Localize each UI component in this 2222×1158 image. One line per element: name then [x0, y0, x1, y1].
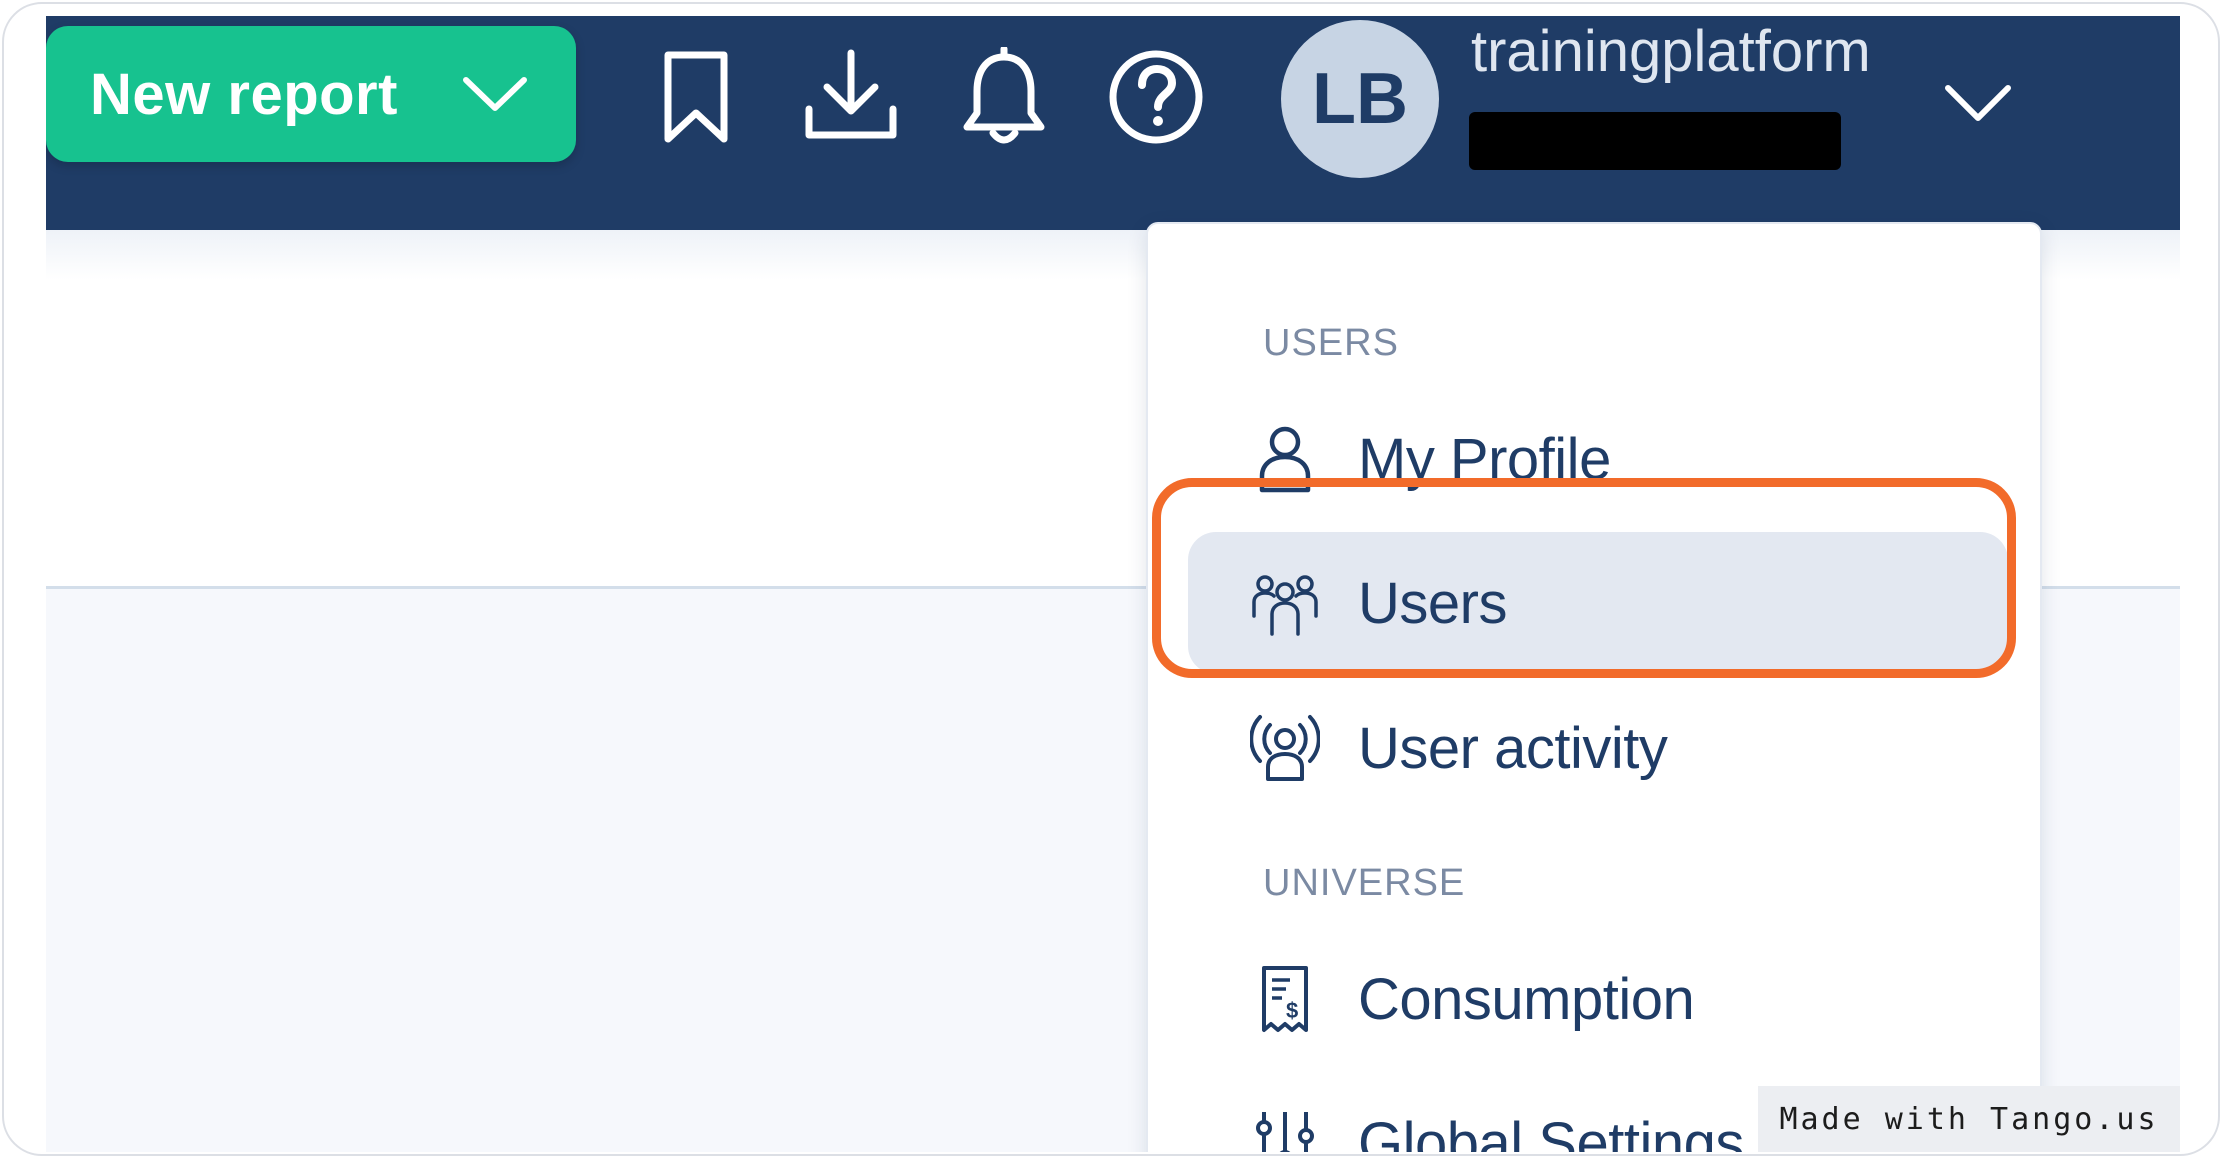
chevron-down-icon	[463, 77, 527, 111]
menu-item-label: Users	[1358, 570, 1507, 636]
help-button[interactable]	[1106, 42, 1206, 152]
svg-text:$: $	[1286, 998, 1298, 1023]
app-window: New report LB trainingplatform USERS My …	[46, 16, 2180, 1152]
sliders-icon	[1256, 1112, 1314, 1152]
bell-icon	[963, 47, 1045, 144]
download-icon	[805, 49, 897, 139]
notifications-button[interactable]	[954, 42, 1054, 152]
download-button[interactable]	[801, 42, 901, 152]
receipt-icon: $	[1262, 966, 1308, 1032]
menu-item-consumption[interactable]: $ Consumption	[1188, 928, 2008, 1070]
account-dropdown-menu: USERS My Profile Users User activity UNI…	[1146, 222, 2042, 1152]
new-report-label: New report	[90, 61, 398, 127]
top-navigation-bar: New report LB trainingplatform	[46, 16, 2180, 230]
bookmark-button[interactable]	[646, 42, 746, 152]
screenshot-frame: New report LB trainingplatform USERS My …	[2, 2, 2220, 1156]
menu-item-users[interactable]: Users	[1188, 532, 2008, 674]
menu-item-my-profile[interactable]: My Profile	[1188, 388, 2008, 530]
menu-item-label: Consumption	[1358, 966, 1695, 1032]
section-label-universe: UNIVERSE	[1263, 862, 1466, 904]
menu-item-label: My Profile	[1358, 426, 1611, 492]
avatar[interactable]: LB	[1281, 20, 1439, 178]
redacted-account-detail	[1469, 112, 1841, 170]
menu-item-label: Global Settings	[1358, 1110, 1744, 1153]
bookmark-icon	[664, 51, 728, 143]
users-group-icon	[1252, 575, 1318, 636]
new-report-button[interactable]: New report	[46, 26, 576, 162]
account-name: trainingplatform	[1471, 19, 1871, 84]
chevron-down-icon[interactable]	[1942, 72, 2014, 132]
tango-watermark: Made with Tango.us	[1758, 1086, 2180, 1152]
user-icon	[1259, 426, 1311, 493]
menu-item-user-activity[interactable]: User activity	[1188, 677, 2008, 819]
menu-item-label: User activity	[1358, 715, 1668, 781]
user-activity-icon	[1250, 715, 1320, 781]
section-label-users: USERS	[1263, 322, 1399, 364]
help-icon	[1109, 50, 1203, 144]
